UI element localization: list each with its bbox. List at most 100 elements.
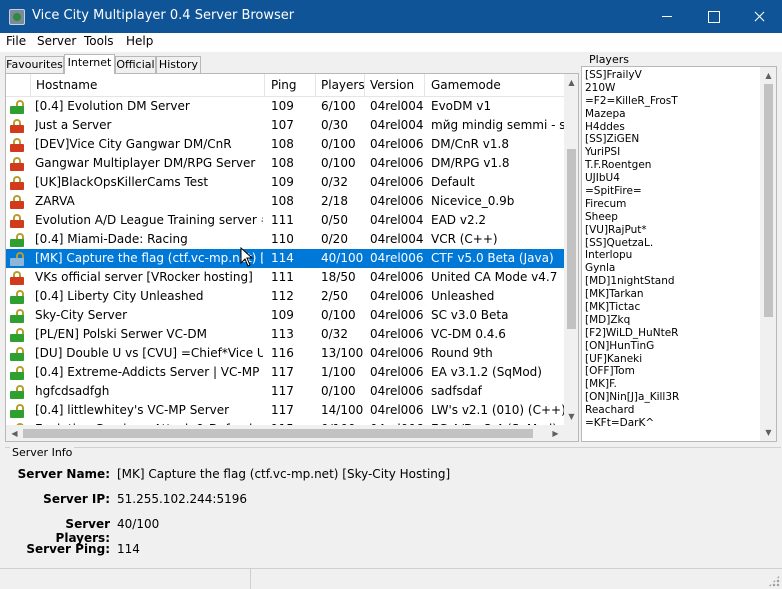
player-list-item[interactable]: [VU]RajPut* <box>585 224 760 237</box>
player-list-item[interactable]: [SS]QuetzaL. <box>585 237 760 250</box>
table-row[interactable]: [MK] Capture the flag (ctf.vc-mp.net) [S… <box>6 249 564 268</box>
table-row[interactable]: [0.4] Extreme-Addicts Server | VC-MP 0.4… <box>6 363 564 382</box>
server-gamemode: CTF v5.0 Beta (Java) <box>431 251 554 265</box>
unlocked-padlock-icon <box>10 385 24 399</box>
minimize-button[interactable] <box>644 0 690 33</box>
player-list-item[interactable]: [ON]HunTinG <box>585 340 760 353</box>
table-row[interactable]: hgfcdsadfgh 117 0/100 04rel006 sadfsdaf <box>6 382 564 401</box>
player-list-item[interactable]: H4ddes <box>585 121 760 134</box>
scroll-thumb[interactable] <box>567 149 576 329</box>
tab-official[interactable]: Official <box>115 56 156 73</box>
table-row[interactable]: [0.4] littlewhitey's VC-MP Server 117 14/1… <box>6 401 564 420</box>
locked-padlock-icon <box>10 157 24 171</box>
scroll-down-arrow-icon[interactable]: ▼ <box>760 424 776 441</box>
server-players: 0/20 <box>321 232 348 246</box>
table-row[interactable]: [DU] Double U vs [CVU] =Chief*Vice Un...… <box>6 344 564 363</box>
table-row[interactable]: Sky-City Server 109 0/100 04rel006 SC v3.0 B… <box>6 306 564 325</box>
player-list-item[interactable]: YuriPSI <box>585 146 760 159</box>
scroll-left-arrow-icon[interactable]: ◀ <box>6 425 23 441</box>
server-name-value: [MK] Capture the flag (ctf.vc-mp.net) [S… <box>117 467 451 481</box>
close-button[interactable] <box>736 0 782 33</box>
mouse-cursor-icon <box>240 247 254 267</box>
server-ping: 110 <box>271 232 294 246</box>
player-list-item[interactable]: 210W <box>585 82 760 95</box>
player-list-item[interactable]: [SS]ZiGEN <box>585 133 760 146</box>
player-list-item[interactable]: UJIbU4 <box>585 172 760 185</box>
scroll-right-arrow-icon[interactable]: ▶ <box>547 425 564 441</box>
table-row[interactable]: [UK]BlackOpsKillerCams Test 109 0/32 04rel0… <box>6 173 564 192</box>
server-version: 04rel006 <box>370 175 424 189</box>
player-list-item[interactable]: [ON]Nin[J]a_Kill3R <box>585 391 760 404</box>
table-row[interactable]: Just a Server 107 0/30 04rel004 mйg mindig s… <box>6 116 564 135</box>
column-divider[interactable] <box>315 74 316 97</box>
server-ip-value: 51.255.102.244:5196 <box>117 492 248 506</box>
server-ping: 111 <box>271 213 294 227</box>
server-gamemode: EA v3.1.2 (SqMod) <box>431 365 542 379</box>
players-list-scrollbar[interactable]: ▲ ▼ <box>760 67 776 441</box>
unlocked-padlock-icon <box>10 404 24 418</box>
table-row[interactable]: [PL/EN] Polski Serwer VC-DM 113 0/32 04rel0… <box>6 325 564 344</box>
unlocked-padlock-icon <box>10 233 24 247</box>
maximize-button[interactable] <box>690 0 736 33</box>
player-list-item[interactable]: [MD]Zkq <box>585 314 760 327</box>
table-row[interactable]: ZARVA 108 2/18 04rel006 Nicevice_0.9b <box>6 192 564 211</box>
scroll-thumb[interactable] <box>23 429 533 438</box>
column-divider[interactable] <box>30 74 31 97</box>
tab-history[interactable]: History <box>156 56 201 73</box>
column-divider[interactable] <box>364 74 365 97</box>
server-hostname: [MK] Capture the flag (ctf.vc-mp.net) [S… <box>35 251 263 265</box>
server-version: 04rel006 <box>370 327 424 341</box>
player-list-item[interactable]: [OFF]Tom <box>585 365 760 378</box>
tab-internet[interactable]: Internet <box>64 54 115 74</box>
server-version: 04rel006 <box>370 194 424 208</box>
player-list-item[interactable]: T.F.Roentgen <box>585 159 760 172</box>
player-list-item[interactable]: [SS]FrailyV <box>585 69 760 82</box>
player-list-item[interactable]: Gynla <box>585 262 760 275</box>
server-players: 2/18 <box>321 194 348 208</box>
player-list-item[interactable]: =KFt=DarK^ <box>585 417 760 430</box>
menu-tools[interactable]: Tools <box>84 34 114 48</box>
server-hostname: Gangwar Multiplayer DM/RPG Server <box>35 156 256 170</box>
player-list-item[interactable]: [UF]Kaneki <box>585 353 760 366</box>
player-list-item[interactable]: Reachard <box>585 404 760 417</box>
table-row[interactable]: VKs official server [VRocker hosting] 111… <box>6 268 564 287</box>
scroll-up-arrow-icon[interactable]: ▲ <box>564 74 578 91</box>
player-list-item[interactable]: [MD]1nightStand <box>585 275 760 288</box>
player-list-item[interactable]: Mazepa <box>585 108 760 121</box>
tab-favourites[interactable]: Favourites <box>5 56 64 73</box>
menu-server[interactable]: Server <box>37 34 76 48</box>
server-hostname: VKs official server [VRocker hosting] <box>35 270 253 284</box>
player-list-item[interactable]: [MK]Tarkan <box>585 288 760 301</box>
menu-file[interactable]: File <box>6 34 26 48</box>
table-row[interactable]: [0.4] Liberty City Unleashed 112 2/50 04rel… <box>6 287 564 306</box>
server-list-vertical-scrollbar[interactable]: ▲ ▼ <box>564 74 578 425</box>
server-players: 0/100 <box>321 384 356 398</box>
server-ping: 116 <box>271 346 294 360</box>
player-list-item[interactable]: [MK]Tictac <box>585 301 760 314</box>
menu-help[interactable]: Help <box>126 34 153 48</box>
player-list-item[interactable]: =F2=KilleR_FrosT <box>585 95 760 108</box>
resize-grip-icon[interactable] <box>768 575 780 587</box>
player-list-item[interactable]: [MK]F. <box>585 378 760 391</box>
scroll-thumb[interactable] <box>764 84 773 317</box>
scroll-up-arrow-icon[interactable]: ▲ <box>760 67 776 84</box>
table-row[interactable]: [DEV]Vice City Gangwar DM/CnR 108 0/100 04r… <box>6 135 564 154</box>
player-list-item[interactable]: [F2]WiLD_HuNteR <box>585 327 760 340</box>
server-players: 0/32 <box>321 175 348 189</box>
server-gamemode: EvoDM v1 <box>431 99 492 113</box>
server-ping-label: Server Ping: <box>26 542 110 556</box>
table-row[interactable]: Gangwar Multiplayer DM/RPG Server 108 0/10… <box>6 154 564 173</box>
column-divider[interactable] <box>264 74 265 97</box>
table-row[interactable]: [0.4] Evolution DM Server 109 6/100 04rel00… <box>6 97 564 116</box>
player-list-item[interactable]: =SpitFire= <box>585 185 760 198</box>
player-list-item[interactable]: Interlopu <box>585 249 760 262</box>
table-row[interactable]: Evolution A/D League Training server #1 1… <box>6 211 564 230</box>
server-gamemode: Round 9th <box>431 346 493 360</box>
server-players: 40/100 <box>321 251 364 265</box>
player-list-item[interactable]: Firecum <box>585 198 760 211</box>
player-list-item[interactable]: Sheep <box>585 211 760 224</box>
server-list-horizontal-scrollbar[interactable]: ◀ ▶ <box>6 425 564 441</box>
column-divider[interactable] <box>424 74 425 97</box>
table-row[interactable]: [0.4] Miami-Dade: Racing 110 0/20 04rel004 V… <box>6 230 564 249</box>
scroll-down-arrow-icon[interactable]: ▼ <box>564 408 578 425</box>
